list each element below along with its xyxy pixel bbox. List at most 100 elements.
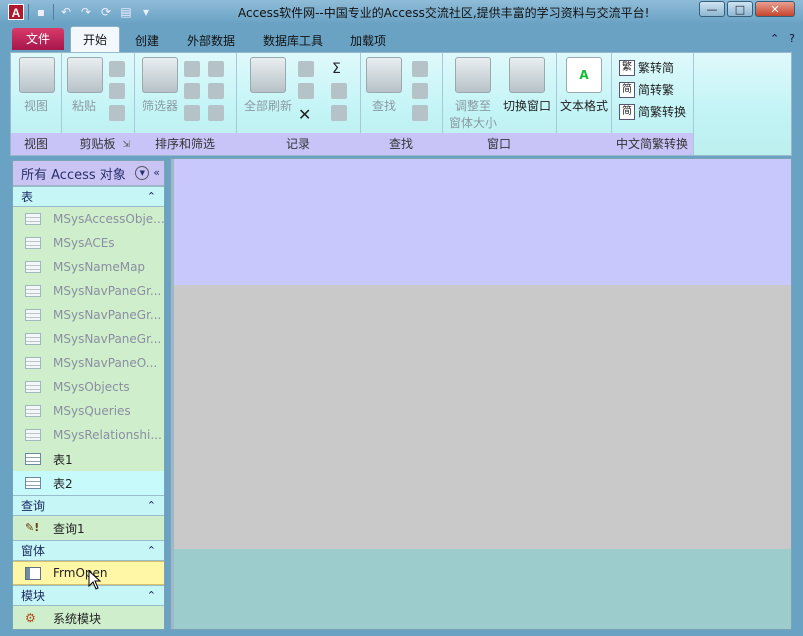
chevron-up-icon: ⌃ bbox=[146, 499, 156, 512]
filter-button[interactable]: 筛选器 bbox=[140, 57, 180, 114]
delete-record-icon[interactable]: ✕ bbox=[298, 105, 311, 124]
switch-windows-icon bbox=[509, 57, 545, 93]
title-bar: A ▪ ↶ ↷ ⟳ ▤ ▾ Access软件网--中国专业的Access交流社区… bbox=[0, 0, 803, 24]
save-icon[interactable]: ▪ bbox=[33, 4, 49, 20]
workspace-left-border bbox=[171, 159, 174, 629]
redo-icon[interactable]: ↷ bbox=[78, 4, 94, 20]
find-button-label: 查找 bbox=[371, 99, 396, 113]
nav-item-table[interactable]: MSysObjects bbox=[13, 375, 164, 399]
refresh-all-button[interactable]: 全部刷新 bbox=[242, 57, 294, 114]
tab-home[interactable]: 开始 bbox=[70, 26, 121, 53]
find-button[interactable]: 查找 bbox=[366, 57, 402, 114]
nav-item-table[interactable]: MSysQueries bbox=[13, 399, 164, 423]
nav-item-table[interactable]: MSysNavPaneO... bbox=[13, 351, 164, 375]
table-icon bbox=[25, 381, 41, 393]
help-area: ⌃ ? bbox=[770, 32, 795, 45]
access-app-icon[interactable]: A bbox=[8, 4, 24, 20]
table-icon bbox=[25, 309, 41, 321]
filter-button-label: 筛选器 bbox=[141, 99, 178, 113]
nav-item-table[interactable]: MSysAccessObje... bbox=[13, 207, 164, 231]
clipboard-dialog-launcher-icon[interactable]: ⇲ bbox=[122, 140, 130, 150]
group-chinese-conversion-label: 中文简繁转换 bbox=[611, 133, 693, 155]
section-forms-header[interactable]: 窗体 ⌃ bbox=[13, 540, 164, 561]
new-record-icon[interactable] bbox=[298, 61, 314, 77]
tab-file[interactable]: 文件 bbox=[12, 28, 65, 50]
section-tables-header[interactable]: 表 ⌃ bbox=[13, 186, 164, 207]
chevron-up-icon: ⌃ bbox=[146, 190, 156, 203]
close-button[interactable]: ✕ bbox=[755, 1, 795, 17]
select-icon[interactable] bbox=[412, 105, 428, 121]
navigation-pane: 所有 Access 对象 ▼ « 表 ⌃ MSysAccessObje... M… bbox=[12, 160, 165, 630]
print-icon[interactable]: ▤ bbox=[118, 4, 134, 20]
minimize-ribbon-icon[interactable]: ⌃ bbox=[770, 32, 779, 45]
advanced-filter-icon[interactable] bbox=[208, 83, 224, 99]
table-icon bbox=[25, 405, 41, 417]
collapse-nav-icon[interactable]: « bbox=[153, 166, 160, 180]
save-record-icon[interactable] bbox=[298, 83, 314, 99]
tab-addins[interactable]: 加载项 bbox=[338, 30, 398, 52]
table-icon bbox=[25, 429, 41, 441]
minimize-button[interactable]: — bbox=[699, 1, 725, 17]
ribbon-tabs: 文件 开始 创建 外部数据 数据库工具 加载项 ⌃ ? bbox=[0, 24, 803, 53]
replace-icon[interactable] bbox=[412, 61, 428, 77]
section-queries-title: 查询 bbox=[21, 499, 46, 513]
nav-item-table[interactable]: MSysNavPaneGr... bbox=[13, 303, 164, 327]
nav-item-table[interactable]: MSysNavPaneGr... bbox=[13, 279, 164, 303]
tab-database-tools[interactable]: 数据库工具 bbox=[251, 30, 335, 52]
section-modules-title: 模块 bbox=[21, 589, 46, 603]
group-window-label: 窗口 bbox=[442, 133, 556, 155]
remove-sort-icon[interactable] bbox=[184, 105, 200, 121]
nav-item-table[interactable]: 表1 bbox=[13, 447, 164, 471]
paste-button[interactable]: 粘贴 bbox=[67, 57, 103, 114]
undo-icon[interactable]: ↶ bbox=[58, 4, 74, 20]
nav-item-table[interactable]: 表2 bbox=[13, 471, 164, 495]
group-records: 全部刷新 ✕ Σ 记录 bbox=[236, 53, 361, 155]
toggle-filter-icon[interactable] bbox=[208, 105, 224, 121]
simp-to-trad-icon: 简 bbox=[619, 81, 635, 98]
format-painter-icon[interactable] bbox=[109, 105, 125, 121]
switch-windows-button[interactable]: 切换窗口 bbox=[502, 57, 552, 114]
cut-icon[interactable] bbox=[109, 61, 125, 77]
help-icon[interactable]: ? bbox=[789, 32, 795, 45]
chinese-convert-button[interactable]: 简 简繁转换 bbox=[619, 103, 686, 120]
nav-item-table[interactable]: MSysNameMap bbox=[13, 255, 164, 279]
nav-menu-dropdown-icon[interactable]: ▼ bbox=[135, 166, 150, 180]
sort-ascending-icon[interactable] bbox=[184, 61, 200, 77]
nav-pane-header[interactable]: 所有 Access 对象 ▼ « bbox=[13, 161, 164, 186]
more-records-icon[interactable] bbox=[331, 105, 347, 121]
totals-icon[interactable]: Σ bbox=[332, 61, 341, 77]
simp-to-trad-button[interactable]: 简 简转繁 bbox=[619, 81, 674, 98]
customize-qat-icon[interactable]: ▾ bbox=[138, 4, 154, 20]
size-to-fit-form-button[interactable]: 调整至 窗体大小 bbox=[448, 57, 498, 131]
maximize-button[interactable]: □ bbox=[727, 1, 753, 17]
group-sort-filter: 筛选器 排序和筛选 bbox=[134, 53, 237, 155]
group-text-format-label bbox=[556, 133, 611, 155]
refresh-icon[interactable]: ⟳ bbox=[98, 4, 114, 20]
tab-external-data[interactable]: 外部数据 bbox=[175, 30, 247, 52]
refresh-all-icon bbox=[250, 57, 286, 93]
table-icon bbox=[25, 453, 41, 465]
document-workspace[interactable] bbox=[170, 158, 792, 630]
nav-item-table[interactable]: MSysACEs bbox=[13, 231, 164, 255]
section-queries-header[interactable]: 查询 ⌃ bbox=[13, 495, 164, 516]
text-format-button[interactable]: A 文本格式 bbox=[559, 57, 609, 114]
table-icon bbox=[25, 213, 41, 225]
quick-access-toolbar: A ▪ ↶ ↷ ⟳ ▤ ▾ bbox=[8, 3, 154, 21]
window-controls: — □ ✕ bbox=[699, 1, 795, 17]
trad-to-simp-label: 繁转简 bbox=[638, 61, 675, 75]
trad-to-simp-button[interactable]: 繁 繁转简 bbox=[619, 59, 674, 76]
sort-descending-icon[interactable] bbox=[184, 83, 200, 99]
copy-icon[interactable] bbox=[109, 83, 125, 99]
nav-item-table[interactable]: MSysNavPaneGr... bbox=[13, 327, 164, 351]
access-window: A ▪ ↶ ↷ ⟳ ▤ ▾ Access软件网--中国专业的Access交流社区… bbox=[0, 0, 803, 636]
nav-item-table[interactable]: MSysRelationshi... bbox=[13, 423, 164, 447]
nav-item-query[interactable]: ✎! 查询1 bbox=[13, 516, 164, 540]
group-text-format: A 文本格式 bbox=[556, 53, 612, 155]
selection-filter-icon[interactable] bbox=[208, 61, 224, 77]
goto-icon[interactable] bbox=[412, 83, 428, 99]
nav-item-module[interactable]: ⚙ 系统模块 bbox=[13, 606, 164, 629]
table-icon bbox=[25, 285, 41, 297]
spelling-icon[interactable] bbox=[331, 83, 347, 99]
view-button[interactable]: 视图 bbox=[19, 57, 55, 114]
tab-create[interactable]: 创建 bbox=[123, 30, 171, 52]
